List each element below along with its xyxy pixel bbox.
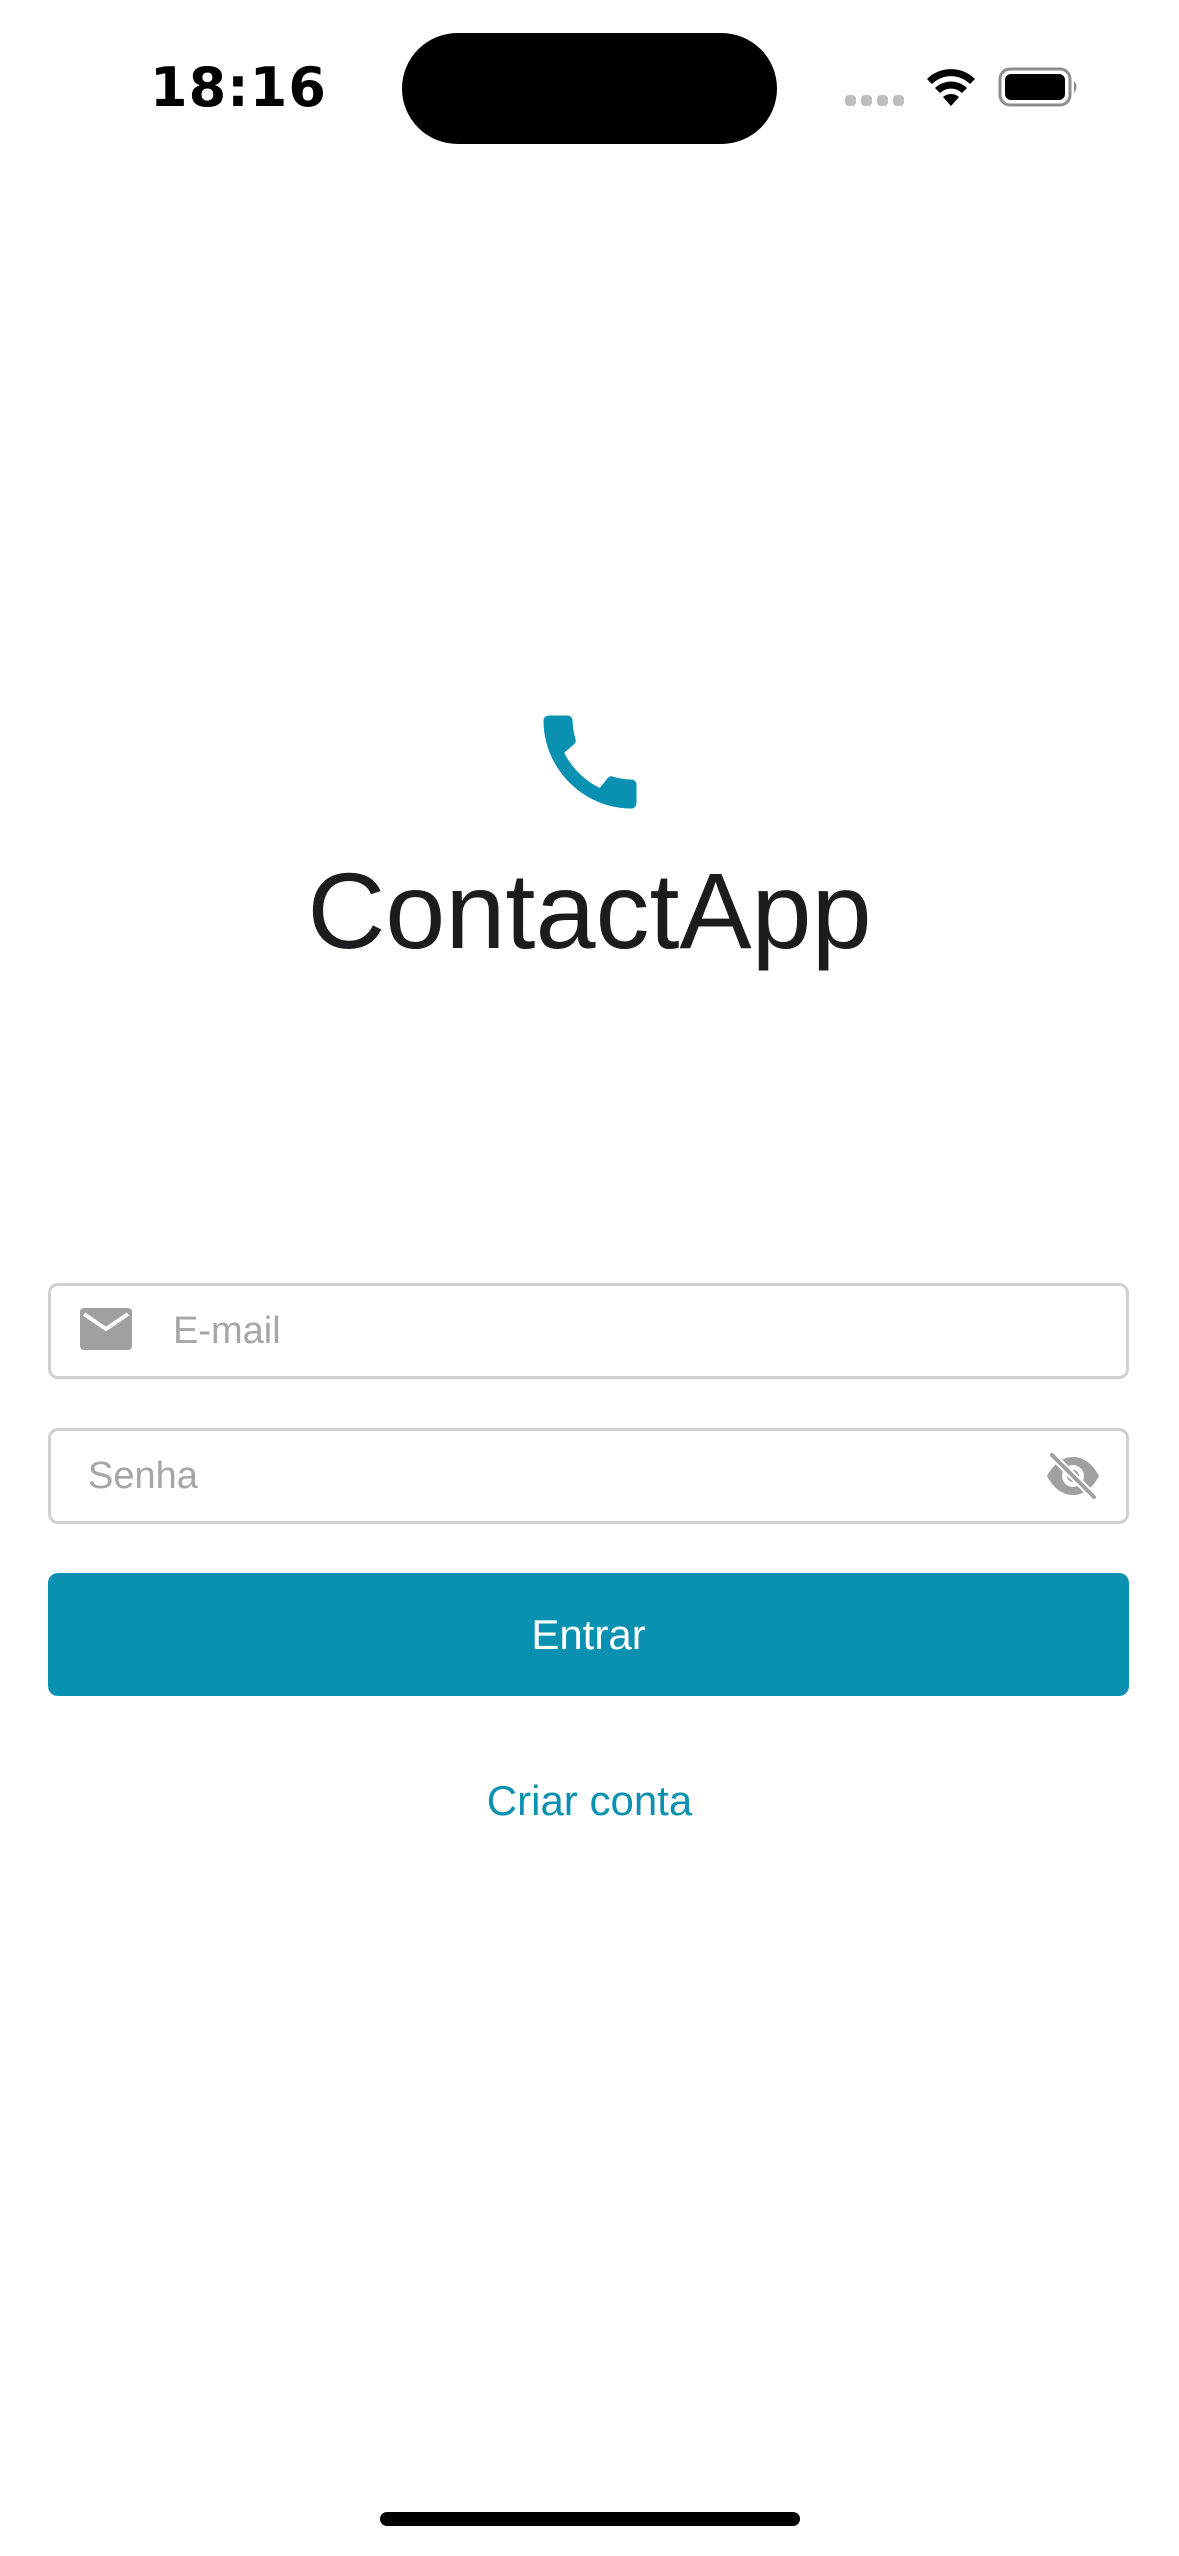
dynamic-island (402, 33, 777, 144)
phone-icon (543, 715, 637, 809)
password-input[interactable] (88, 1431, 1028, 1521)
email-input[interactable] (173, 1286, 1103, 1376)
login-button[interactable]: Entrar (48, 1573, 1129, 1696)
cellular-signal-icon (845, 95, 905, 107)
mail-icon (80, 1308, 132, 1350)
password-field[interactable] (48, 1428, 1129, 1524)
status-time: 18:16 (150, 56, 327, 119)
battery-icon (998, 67, 1077, 107)
wifi-icon (927, 69, 975, 106)
email-field[interactable] (48, 1283, 1129, 1379)
home-indicator[interactable] (380, 2512, 800, 2526)
status-bar: 18:16 (0, 0, 1179, 170)
eye-off-icon[interactable] (1044, 1451, 1102, 1501)
create-account-link[interactable]: Criar conta (0, 1777, 1179, 1825)
app-title: ContactApp (307, 850, 872, 971)
